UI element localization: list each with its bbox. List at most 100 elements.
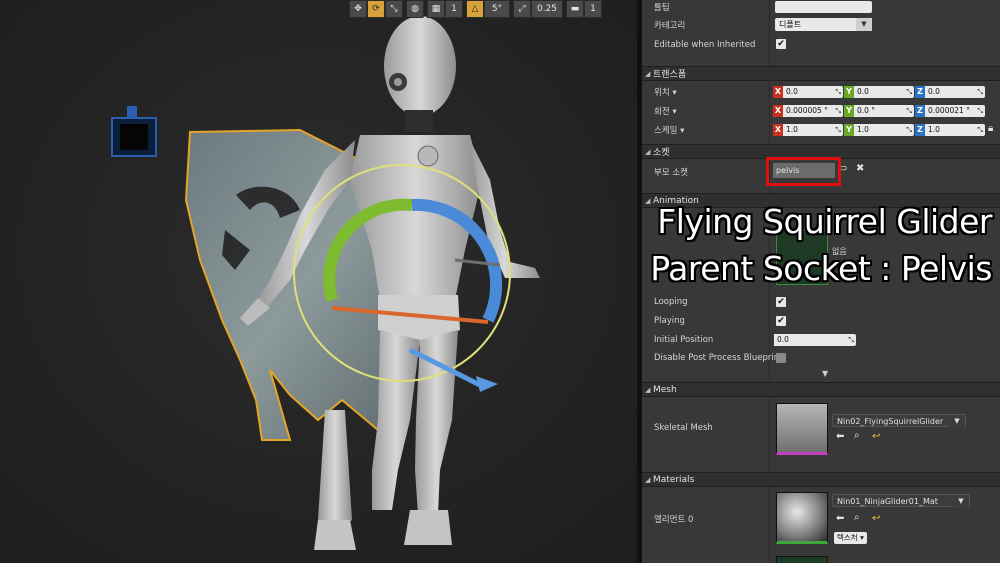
tooltip-row: 툴팁 [642,0,1000,15]
scale-x-field[interactable]: 1.0 ⤡ [783,124,843,136]
rotate-mode-icon[interactable]: ⟳ [367,0,385,18]
reset-arrow-icon[interactable]: ↩ [872,513,880,524]
viewport-toolbar: ✥ ⟳ ⤡ ◍ ▦ 1 △ 5° ⤢ 0.25 ▬ 1 [349,0,602,18]
scale-row: 스케일 ▾ X 1.0 ⤡ Y 1.0 ⤡ Z 1.0 ⤡ 🔒︎ [642,123,1000,138]
materials-category[interactable]: ◢ Materials [642,472,1000,487]
parent-socket-row: 부모 소켓 pelvis ⊃ ✖ [642,157,1000,186]
use-selected-arrow-icon[interactable]: ⬅ [836,513,844,524]
transform-title: 트랜스폼 [653,70,687,80]
expand-advanced-icon[interactable]: ▼ [822,369,828,378]
material-thumbnail[interactable] [776,492,828,544]
grid-snap-icon[interactable]: ▦ [427,0,445,18]
lock-icon[interactable]: 🔒︎ [988,123,993,134]
material-value: Nin01_NinjaGlider01_Mat [837,497,938,506]
scale-z-field[interactable]: 1.0 ⤡ [925,124,985,136]
category-row: 카테고리 디폴트 ▼ [642,17,1000,33]
initial-position-label: Initial Position [654,335,714,345]
angle-snap-icon[interactable]: △ [466,0,484,18]
looping-row: Looping ✔ [642,294,1000,310]
location-x-field[interactable]: 0.0 ⤡ [783,86,843,98]
material-dropdown[interactable]: Nin01_NinjaGlider01_Mat ▼ [832,494,970,508]
location-x-axis: X [773,86,783,98]
chevron-down-icon: ▼ [856,18,872,31]
caption-line-1: Flying Squirrel Glider [657,202,992,241]
skeletal-mesh-label: Skeletal Mesh [654,423,713,433]
location-row: 위치 ▾ X 0.0 ⤡ Y 0.0 ⤡ Z 0.0 ⤡ [642,85,1000,100]
camera-speed-group: ▬ 1 [566,0,602,18]
level-viewport[interactable]: ✥ ⟳ ⤡ ◍ ▦ 1 △ 5° ⤢ 0.25 ▬ 1 [0,0,637,563]
element0-label: 엘리먼트 0 [654,515,694,525]
use-selected-arrow-icon[interactable]: ⬅ [836,431,844,442]
chevron-down-icon: ▼ [953,495,969,508]
skeletal-mesh-dropdown[interactable]: Nin02_FlyingSquirrelGlider ▼ [832,414,966,428]
playing-checkbox[interactable]: ✔ [776,316,786,326]
disable-pp-row: Disable Post Process Blueprin [642,350,1000,366]
world-local-icon[interactable]: ◍ [406,0,424,18]
mesh-category[interactable]: ◢ Mesh [642,382,1000,397]
collapse-arrow-icon: ◢ [645,147,651,156]
editable-inherited-row: Editable when Inherited ✔ [642,36,1000,52]
browse-search-icon[interactable]: ⌕ [854,430,860,441]
location-label[interactable]: 위치 ▾ [654,86,677,98]
scale-y-field[interactable]: 1.0 ⤡ [854,124,914,136]
playing-label: Playing [654,316,685,326]
category-label: 카테고리 [654,21,686,31]
transform-mode-group: ✥ ⟳ ⤡ [349,0,403,18]
chevron-down-icon: ▼ [949,415,965,428]
scale-snap-icon[interactable]: ⤢ [513,0,531,18]
angle-snap-group: △ 5° [466,0,510,18]
tooltip-label: 툴팁 [654,3,670,13]
scale-label[interactable]: 스케일 ▾ [654,124,684,136]
scale-z-axis: Z [915,124,925,136]
rotation-z-field[interactable]: 0.000021 ° ⤡ [925,105,985,117]
location-y-field[interactable]: 0.0 ⤡ [854,86,914,98]
initial-position-row: Initial Position 0.0 ⤡ [642,332,1000,348]
browse-socket-icon[interactable]: ⊃ [840,164,848,174]
socket-title: 소켓 [653,148,670,158]
rotation-x-field[interactable]: 0.000005 ° ⤡ [783,105,843,117]
rotation-y-field[interactable]: 0.0 ° ⤡ [854,105,914,117]
editable-inherited-checkbox[interactable]: ✔ [776,39,786,49]
location-y-axis: Y [844,86,854,98]
playing-row: Playing ✔ [642,313,1000,329]
close-icon[interactable]: ✖ [856,163,864,174]
looping-checkbox[interactable]: ✔ [776,297,786,307]
angle-snap-value[interactable]: 5° [484,0,510,18]
location-z-field[interactable]: 0.0 ⤡ [925,86,985,98]
looping-label: Looping [654,297,688,307]
texture-button[interactable]: 텍스처 ▾ [834,532,867,544]
collapse-arrow-icon: ◢ [645,69,651,78]
collapse-arrow-icon: ◢ [645,385,651,394]
next-thumbnail [776,556,828,563]
caption-overlay: Flying Squirrel Glider Parent Socket : P… [640,198,992,292]
scale-x-axis: X [773,124,783,136]
scale-snap-value[interactable]: 0.25 [531,0,563,18]
reset-arrow-icon[interactable]: ↩ [872,431,880,442]
parent-socket-label: 부모 소켓 [654,168,688,178]
browse-search-icon[interactable]: ⌕ [854,512,860,523]
disable-pp-checkbox[interactable] [776,353,786,363]
rotation-y-axis: Y [844,105,854,117]
rotation-label[interactable]: 회전 ▾ [654,105,677,117]
caption-line-2: Parent Socket : Pelvis [650,249,992,288]
skeletal-mesh-value: Nin02_FlyingSquirrelGlider [837,417,944,426]
scale-snap-group: ⤢ 0.25 [513,0,563,18]
rotation-row: 회전 ▾ X 0.000005 ° ⤡ Y 0.0 ° ⤡ Z 0.000021 °… [642,104,1000,119]
rotation-z-axis: Z [915,105,925,117]
editable-inherited-label: Editable when Inherited [654,40,756,50]
skeletal-mesh-thumbnail[interactable] [776,403,828,455]
camera-speed-value[interactable]: 1 [584,0,602,18]
disable-pp-label: Disable Post Process Blueprin [654,353,780,363]
camera-speed-icon[interactable]: ▬ [566,0,584,18]
transform-category[interactable]: ◢ 트랜스폼 [642,66,1000,81]
scale-mode-icon[interactable]: ⤡ [385,0,403,18]
tooltip-input[interactable] [775,1,872,13]
location-z-axis: Z [915,86,925,98]
parent-socket-field[interactable]: pelvis [773,163,835,178]
grid-snap-value[interactable]: 1 [445,0,463,18]
viewport-scene[interactable] [0,0,637,563]
category-dropdown[interactable]: 디폴트 ▼ [775,18,872,31]
rotation-x-axis: X [773,105,783,117]
initial-position-field[interactable]: 0.0 ⤡ [774,334,856,346]
translate-mode-icon[interactable]: ✥ [349,0,367,18]
